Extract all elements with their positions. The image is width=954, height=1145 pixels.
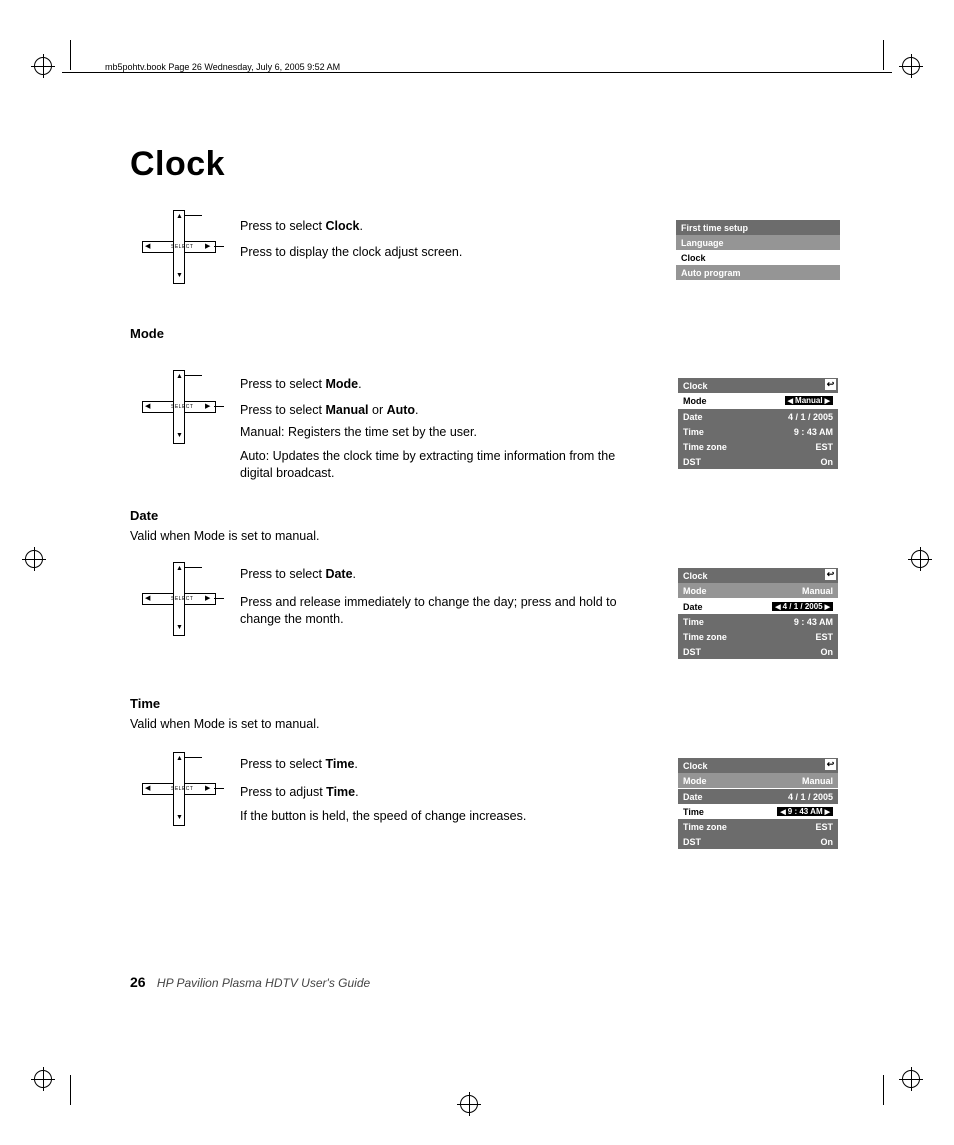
return-icon: ↩ <box>825 759 836 770</box>
registration-mark-icon <box>460 1095 478 1113</box>
osd-row: DSTOn <box>678 834 838 849</box>
instruction-text: Press to adjust Time. <box>240 784 359 801</box>
menu-item: First time setup <box>676 220 840 235</box>
osd-row-selected: Time◀9 : 43 AM▶ <box>678 804 838 819</box>
crop-tick <box>70 40 71 70</box>
page-header-meta: mb5pohtv.book Page 26 Wednesday, July 6,… <box>105 62 340 72</box>
instruction-text: Valid when Mode is set to manual. <box>130 528 319 545</box>
registration-mark-icon <box>34 57 52 75</box>
manual-page: mb5pohtv.book Page 26 Wednesday, July 6,… <box>0 0 954 1145</box>
osd-row: Date4 / 1 / 2005 <box>678 789 838 804</box>
osd-row: Time zoneEST <box>678 629 838 644</box>
osd-clock-menu: Clock↩ Mode◀Manual▶ Date4 / 1 / 2005 Tim… <box>678 378 838 469</box>
menu-item: Auto program <box>676 265 840 280</box>
page-number: 26 <box>130 974 146 990</box>
osd-setup-menu: First time setup Language Clock Auto pro… <box>676 220 840 280</box>
section-heading: Date <box>130 508 158 523</box>
footer-text: HP Pavilion Plasma HDTV User's Guide <box>157 976 370 990</box>
osd-row: DSTOn <box>678 644 838 659</box>
page-title: Clock <box>130 145 225 184</box>
osd-title-row: Clock↩ <box>678 758 838 773</box>
osd-row: Time9 : 43 AM <box>678 614 838 629</box>
instruction-text: Press to select Time. <box>240 756 358 773</box>
osd-row: Time9 : 43 AM <box>678 424 838 439</box>
dpad-icon: SELECT ▲▼◀▶ <box>142 370 214 442</box>
section-heading: Mode <box>130 326 164 341</box>
osd-row: Time zoneEST <box>678 819 838 834</box>
osd-row: Date4 / 1 / 2005 <box>678 409 838 424</box>
crop-tick <box>70 1075 71 1105</box>
osd-row-selected: Date◀4 / 1 / 2005▶ <box>678 599 838 614</box>
dpad-icon: SELECT ▲▼◀▶ <box>142 752 214 824</box>
osd-clock-menu: Clock↩ ModeManual Date◀4 / 1 / 2005▶ Tim… <box>678 568 838 659</box>
instruction-text: Press and release immediately to change … <box>240 594 640 628</box>
page-footer: 26 HP Pavilion Plasma HDTV User's Guide <box>130 974 370 990</box>
registration-mark-icon <box>34 1070 52 1088</box>
crop-line <box>62 72 892 73</box>
instruction-text: Auto: Updates the clock time by extracti… <box>240 448 640 482</box>
menu-item: Language <box>676 235 840 250</box>
instruction-text: Press to select Manual or Auto. <box>240 402 419 419</box>
osd-row: ModeManual <box>678 773 838 788</box>
instruction-text: Press to select Mode. <box>240 376 362 393</box>
instruction-text: If the button is held, the speed of chan… <box>240 808 526 825</box>
osd-title-row: Clock↩ <box>678 568 838 583</box>
osd-row: DSTOn <box>678 454 838 469</box>
registration-mark-icon <box>911 550 929 568</box>
registration-mark-icon <box>902 1070 920 1088</box>
instruction-text: Press to select Clock. <box>240 218 363 235</box>
instruction-text: Press to display the clock adjust screen… <box>240 244 462 261</box>
osd-title-row: Clock↩ <box>678 378 838 393</box>
osd-row: ModeManual <box>678 583 838 598</box>
registration-mark-icon <box>902 57 920 75</box>
registration-mark-icon <box>25 550 43 568</box>
osd-row-selected: Mode◀Manual▶ <box>678 393 838 408</box>
osd-row: Time zoneEST <box>678 439 838 454</box>
osd-clock-menu: Clock↩ ModeManual Date4 / 1 / 2005 Time◀… <box>678 758 838 849</box>
return-icon: ↩ <box>825 379 836 390</box>
instruction-text: Valid when Mode is set to manual. <box>130 716 319 733</box>
crop-tick <box>883 1075 884 1105</box>
dpad-icon: SELECT ▲▼◀▶ <box>142 562 214 634</box>
section-heading: Time <box>130 696 160 711</box>
return-icon: ↩ <box>825 569 836 580</box>
dpad-icon: SELECT ▲▼◀▶ <box>142 210 214 282</box>
instruction-text: Manual: Registers the time set by the us… <box>240 424 477 441</box>
crop-tick <box>883 40 884 70</box>
menu-item-selected: Clock <box>676 250 840 265</box>
instruction-text: Press to select Date. <box>240 566 356 583</box>
